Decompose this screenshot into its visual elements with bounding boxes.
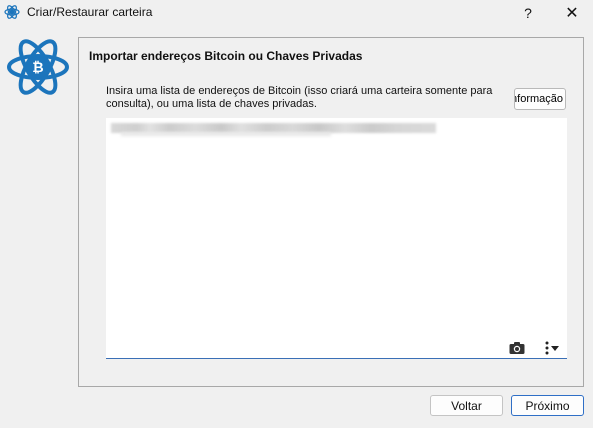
panel-title: Importar endereços Bitcoin ou Chaves Pri…: [89, 49, 363, 63]
electrum-app-icon: [4, 5, 20, 19]
back-button[interactable]: Voltar: [430, 395, 503, 416]
info-button[interactable]: Informação: [514, 88, 566, 110]
instructions-text: Insira uma lista de endereços de Bitcoin…: [106, 85, 493, 110]
keys-text-editor[interactable]: [106, 118, 567, 359]
window-title: Criar/Restaurar carteira: [27, 5, 153, 19]
camera-icon[interactable]: [509, 341, 525, 355]
close-button[interactable]: ✕: [552, 0, 592, 25]
redacted-text-shadow: [121, 132, 331, 136]
info-button-label: Informação: [515, 93, 563, 105]
svg-text:₿: ₿: [32, 60, 43, 76]
help-button[interactable]: ?: [508, 0, 548, 25]
more-options-icon[interactable]: [541, 340, 561, 356]
next-button[interactable]: Próximo: [511, 395, 584, 416]
title-bar: Criar/Restaurar carteira ? ✕: [0, 0, 593, 25]
import-panel: Importar endereços Bitcoin ou Chaves Pri…: [78, 37, 584, 387]
electrum-logo-icon: ₿: [7, 39, 69, 95]
